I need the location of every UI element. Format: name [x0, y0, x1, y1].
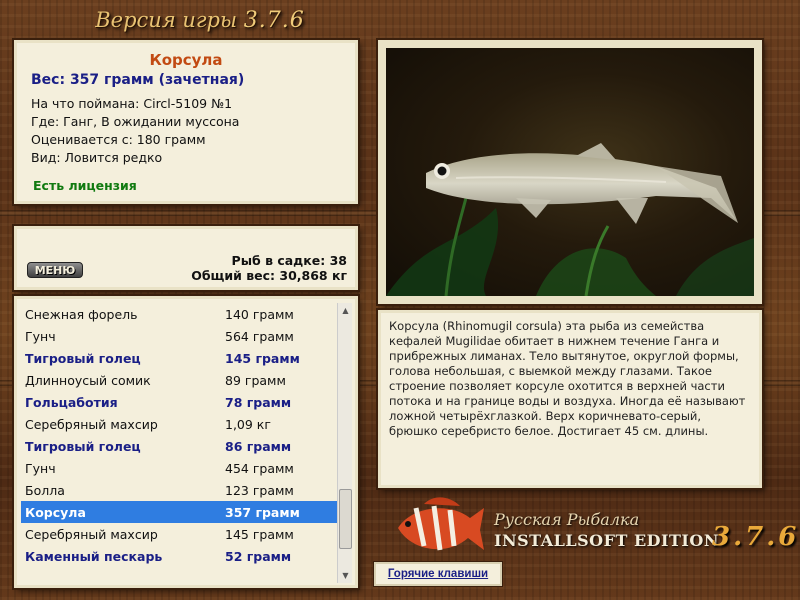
list-item[interactable]: Каменный пескарь 52 грамм — [21, 545, 339, 567]
game-version-title: Версия игры 3.7.6 — [0, 8, 400, 33]
list-item-fish-weight: 145 грамм — [225, 526, 294, 542]
list-item-selected[interactable]: Корсула 357 грамм — [21, 501, 339, 523]
fish-weight: Вес: 357 грамм (зачетная) — [31, 72, 245, 88]
keepnet-stats-panel: МЕНЮ Рыб в садке: 38 Общий вес: 30,868 к… — [14, 226, 358, 290]
list-item-fish-name: Длинноусый сомик — [25, 372, 151, 388]
list-item-fish-weight: 357 грамм — [225, 504, 300, 520]
fish-description-panel: Корсула (Rhinomugil corsula) эта рыба из… — [378, 310, 762, 488]
list-item-fish-name: Серебряный махсир — [25, 416, 158, 432]
list-item-fish-name: Серебряный махсир — [25, 526, 158, 542]
version-title-number: 3.7.6 — [243, 8, 305, 33]
list-item-fish-name: Снежная форель — [25, 306, 138, 322]
list-item-fish-weight: 140 грамм — [225, 306, 294, 322]
list-item[interactable]: Болла 123 грамм — [21, 479, 339, 501]
list-item[interactable]: Тигровый голец 86 грамм — [21, 435, 339, 457]
scroll-thumb[interactable] — [339, 489, 352, 549]
license-status: Есть лицензия — [33, 178, 137, 193]
scroll-down-arrow-icon[interactable]: ▼ — [338, 568, 353, 583]
fish-photo — [386, 48, 754, 296]
fish-logo-icon — [398, 497, 484, 551]
fish-description: Корсула (Rhinomugil corsula) эта рыба из… — [389, 319, 746, 438]
caught-on-line: На что поймана: Circl-5109 №1 — [31, 96, 233, 111]
list-scrollbar[interactable]: ▲ ▼ — [337, 303, 352, 583]
menu-button[interactable]: МЕНЮ — [27, 262, 83, 278]
version-title-label: Версия игры — [95, 8, 238, 32]
list-item-fish-weight: 89 грамм — [225, 372, 286, 388]
list-item-fish-name: Гунч — [25, 460, 56, 476]
list-item[interactable]: Гольцаботия 78 грамм — [21, 391, 339, 413]
keepnet-stats: Рыб в садке: 38 Общий вес: 30,868 кг — [191, 253, 347, 283]
list-item-fish-name: Корсула — [25, 504, 86, 520]
list-item[interactable]: Серебряный махсир 1,09 кг — [21, 413, 339, 435]
list-item-fish-weight: 454 грамм — [225, 460, 294, 476]
fish-count: Рыб в садке: 38 — [231, 253, 347, 268]
brand-edition: INSTALLSOFT EDITION — [494, 531, 719, 550]
catch-details: На что поймана: Circl-5109 №1 Где: Ганг,… — [31, 95, 341, 167]
list-item-fish-weight: 78 грамм — [225, 394, 292, 410]
rarity-line: Вид: Ловится редко — [31, 150, 163, 165]
list-item-fish-weight: 123 грамм — [225, 482, 294, 498]
list-item[interactable]: Серебряный махсир 145 грамм — [21, 523, 339, 545]
location-line: Где: Ганг, В ожидании муссона — [31, 114, 240, 129]
list-item[interactable]: Снежная форель 140 грамм — [21, 303, 339, 325]
scroll-up-arrow-icon[interactable]: ▲ — [338, 303, 353, 318]
list-item-fish-weight: 145 грамм — [225, 350, 300, 366]
brand-title: Русская Рыбалка — [494, 510, 640, 529]
list-item-fish-name: Тигровый голец — [25, 350, 141, 366]
list-item-fish-name: Каменный пескарь — [25, 548, 163, 564]
list-item-fish-weight: 564 грамм — [225, 328, 294, 344]
total-weight: Общий вес: 30,868 кг — [191, 268, 347, 283]
list-item-fish-name: Гольцаботия — [25, 394, 118, 410]
list-item[interactable]: Тигровый голец 145 грамм — [21, 347, 339, 369]
list-item-fish-name: Гунч — [25, 328, 56, 344]
caught-fish-list[interactable]: Снежная форель 140 грамм Гунч 564 грамм Тигр… — [21, 303, 339, 567]
list-item-fish-weight: 52 грамм — [225, 548, 292, 564]
catch-info-panel: Корсула Вес: 357 грамм (зачетная) На что… — [14, 40, 358, 204]
fish-photo-illustration — [386, 143, 754, 296]
list-item[interactable]: Гунч 564 грамм — [21, 325, 339, 347]
hotkeys-button[interactable]: Горячие клавиши — [374, 562, 502, 586]
list-item[interactable]: Длинноусый сомик 89 грамм — [21, 369, 339, 391]
list-item-fish-name: Болла — [25, 482, 65, 498]
fish-photo-frame — [378, 40, 762, 304]
list-item[interactable]: Гунч 454 грамм — [21, 457, 339, 479]
caught-fish-list-panel: Снежная форель 140 грамм Гунч 564 грамм Тигр… — [14, 296, 358, 588]
list-item-fish-weight: 86 грамм — [225, 438, 292, 454]
brand-version: 3.7.6 — [712, 522, 800, 552]
rated-from-line: Оценивается с: 180 грамм — [31, 132, 206, 147]
list-item-fish-name: Тигровый голец — [25, 438, 141, 454]
list-item-fish-weight: 1,09 кг — [225, 416, 271, 432]
fish-name: Корсула — [149, 51, 223, 69]
